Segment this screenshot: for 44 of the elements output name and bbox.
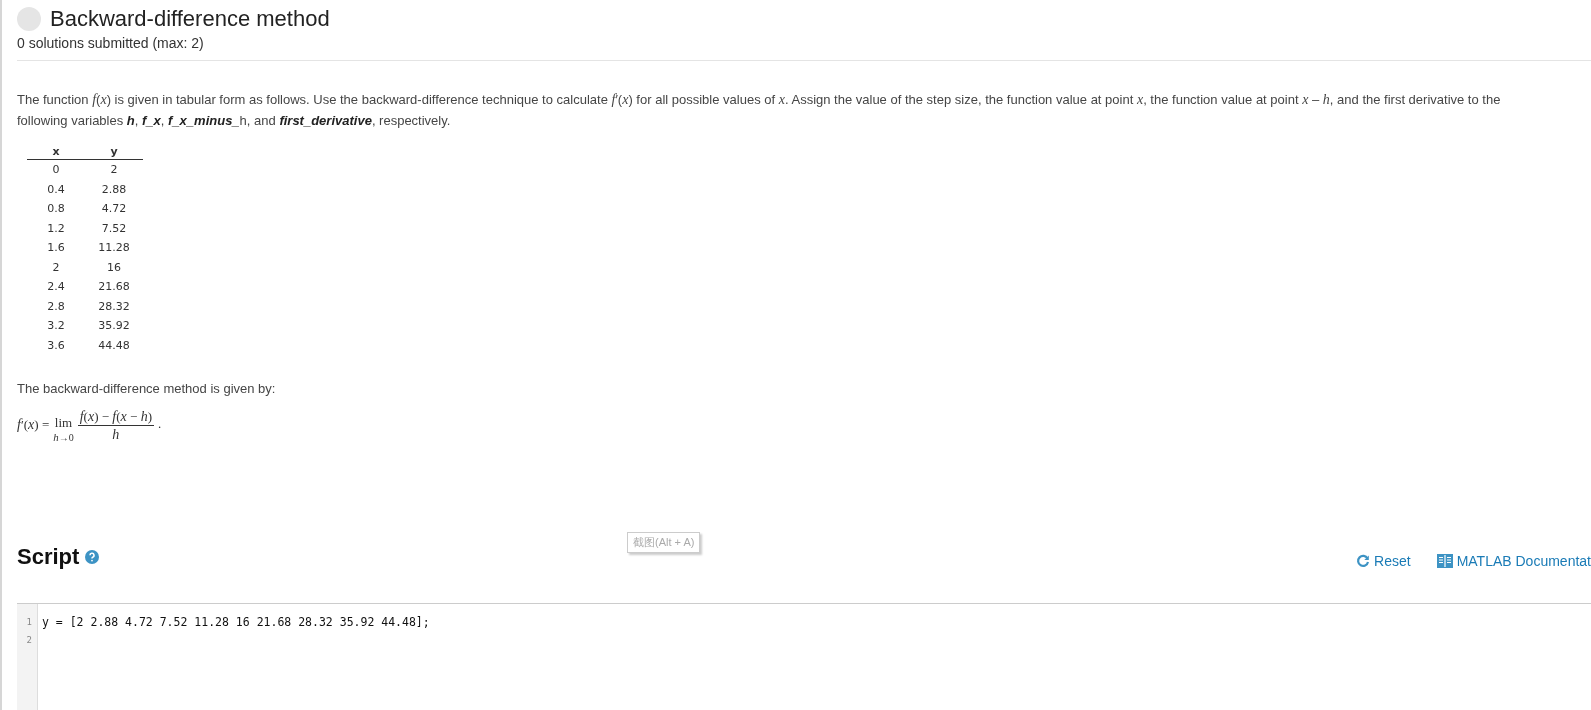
table-cell-text: 2.88 — [100, 181, 128, 198]
help-icon[interactable] — [85, 550, 100, 564]
table-cell-text: 21.68 — [97, 279, 131, 296]
reset-link[interactable]: Reset — [1356, 553, 1411, 569]
table-cell-text: 1.2 — [46, 220, 66, 237]
table-cell-text: 35.92 — [97, 318, 131, 335]
table-cell-text: 3.6 — [46, 337, 66, 354]
table-cell-text: 4.72 — [100, 201, 128, 218]
table-cell-text: 2.8 — [46, 298, 66, 315]
line-number: 1 — [25, 616, 33, 629]
table-cell: 2 — [85, 159, 143, 180]
table-cell-text: 1.6 — [46, 240, 66, 257]
table-cell-text: 7.52 — [100, 220, 128, 237]
problem-description: The function f(x) is given in tabular form as follows. Use the backward-difference technique to calculate f′(x) for all possible values of x. Assign the value of the step size, the function value at point x, the function value at point x – h, and the first derivative to the following variables h, f_x, f_x_minus_h, and first_derivative, respectively. — [17, 90, 1502, 130]
code-editor[interactable]: y = [2 2.88 4.72 7.52 11.28 16 21.68 28.32 35.92 44.48]; — [38, 604, 430, 710]
column-header: x — [27, 145, 85, 160]
refresh-icon — [1356, 554, 1371, 568]
table-cell: 0 — [27, 159, 85, 180]
table-cell-text: 11.28 — [97, 240, 131, 257]
code-line: y = [2 2.88 4.72 7.52 11.28 16 21.68 28.32 35.92 44.48]; — [42, 614, 430, 631]
fraction-numerator: f(x) − f(x − h) — [77, 408, 154, 426]
status-circle — [17, 7, 41, 31]
tooltip: 截图(Alt + A) — [627, 532, 701, 553]
table-cell-text: 2 — [51, 259, 61, 276]
book-icon — [1436, 554, 1453, 568]
problem-title: Backward-difference method — [50, 6, 330, 32]
fraction-denominator: h — [112, 426, 120, 443]
documentation-link[interactable]: MATLAB Documentat — [1436, 553, 1591, 569]
script-heading: Script — [17, 544, 80, 570]
table-cell-text: 2.4 — [46, 279, 66, 296]
table-cell-text: 16 — [106, 259, 122, 276]
formula-lhs: f′(x) = — [17, 415, 50, 434]
method-intro: The backward-difference method is given by: — [17, 381, 277, 396]
table-cell-text: 3.2 — [46, 318, 66, 335]
table-cell-text: 28.32 — [97, 298, 131, 315]
column-header: y — [85, 145, 143, 160]
limit-operator: lim — [54, 415, 73, 431]
table-cell-text: 0.8 — [46, 201, 66, 218]
limit-subscript: h→0 — [53, 431, 74, 444]
submission-count: 0 solutions submitted (max: 2) — [17, 35, 205, 51]
table-cell-text: 44.48 — [97, 337, 131, 354]
table-cell-text: 0.4 — [46, 181, 66, 198]
line-number: 2 — [25, 634, 33, 647]
formula-period: . — [158, 415, 162, 433]
